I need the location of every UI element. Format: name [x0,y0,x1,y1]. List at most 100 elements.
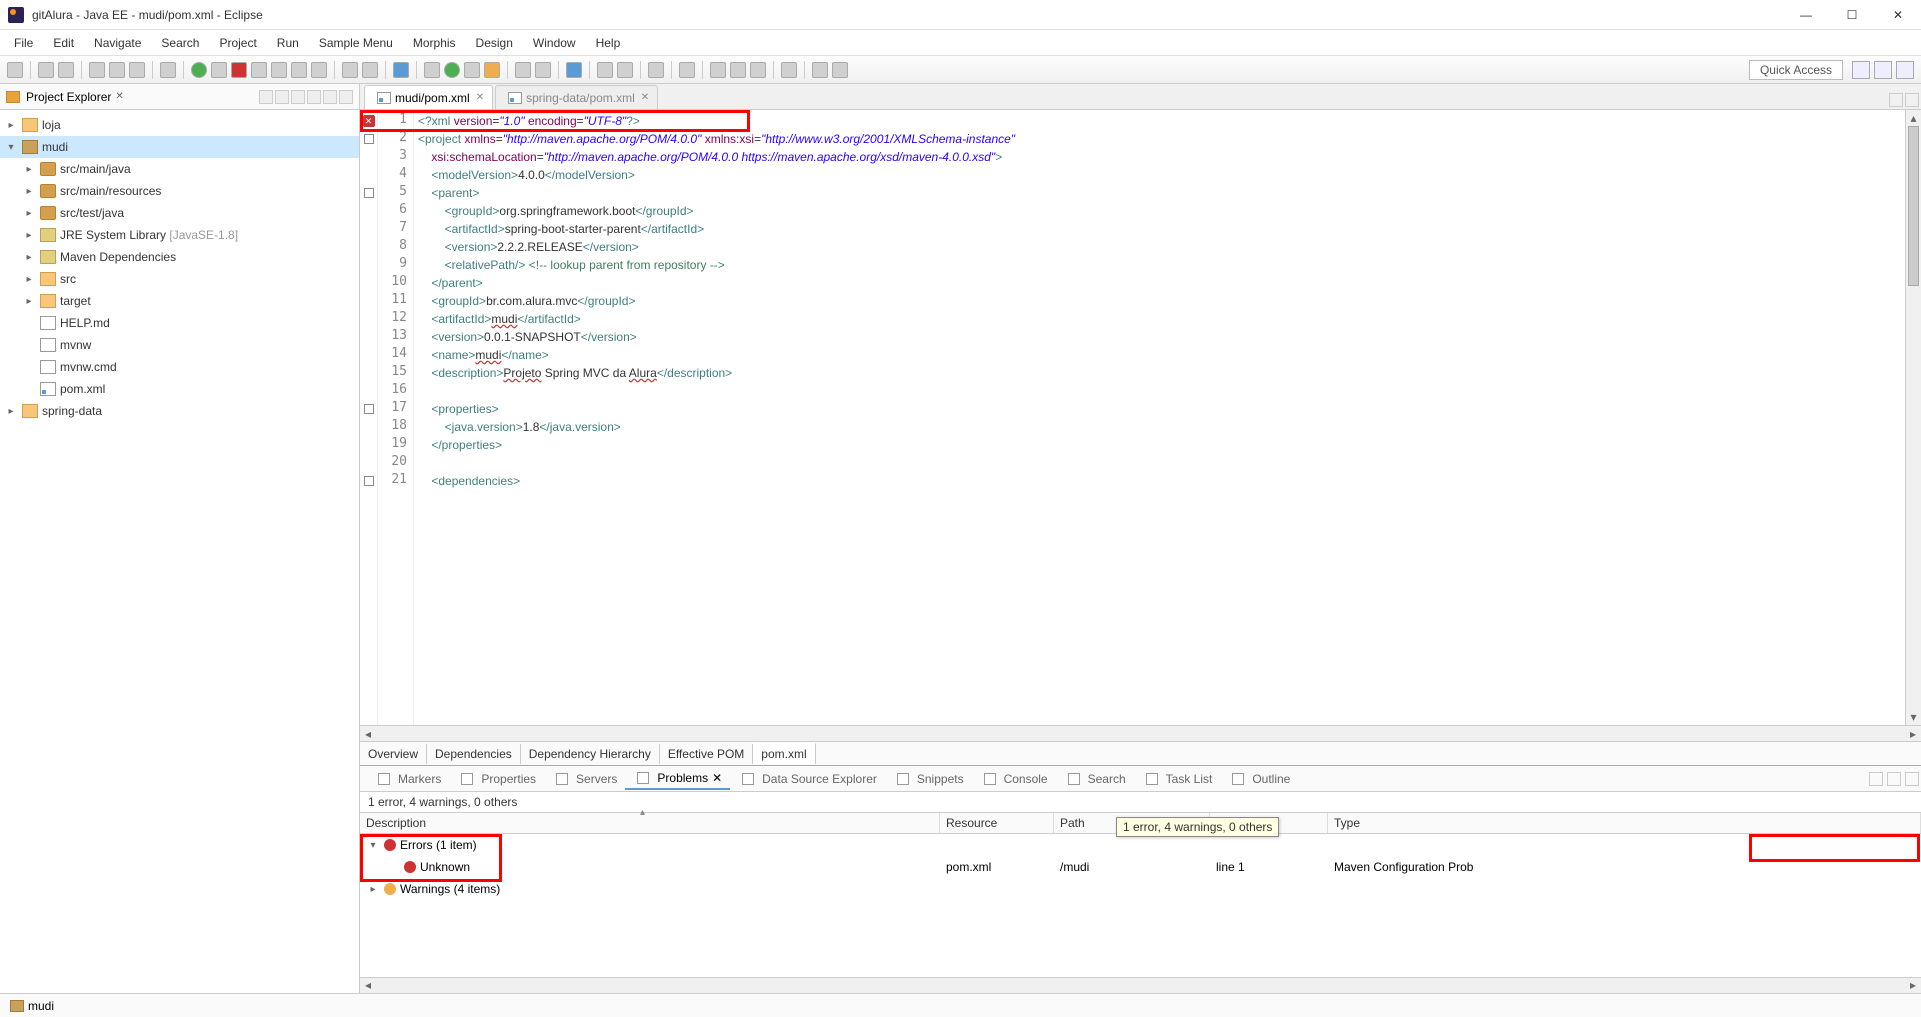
back-button[interactable] [812,62,828,78]
problem-row[interactable]: ▸Warnings (4 items) [360,878,1921,900]
lens-button[interactable] [617,62,633,78]
quick-access[interactable]: Quick Access [1749,60,1843,80]
minimize-view-button[interactable] [323,90,337,104]
grid-button[interactable] [597,62,613,78]
editor-maximize-button[interactable] [1905,93,1919,107]
view-tab-properties[interactable]: Properties [449,769,544,789]
tree-item-pom-xml[interactable]: pom.xml [0,378,359,400]
close-tab-icon[interactable]: ✕ [641,92,649,103]
outline-button[interactable] [710,62,726,78]
maximize-view-button[interactable] [339,90,353,104]
view-tab-console[interactable]: Console [972,769,1056,789]
run-external-dropdown[interactable] [464,62,480,78]
tree-item-mvnw[interactable]: mvnw [0,334,359,356]
menu-navigate[interactable]: Navigate [84,32,151,54]
collapse-all-button[interactable] [259,90,273,104]
editor-minimize-button[interactable] [1889,93,1903,107]
pom-tab-overview[interactable]: Overview [360,744,427,764]
pom-tab-pom.xml[interactable]: pom.xml [753,743,815,764]
new-server-dropdown[interactable] [515,62,531,78]
col-type[interactable]: Type [1328,813,1921,833]
search-dropdown[interactable] [648,62,664,78]
new-proj-dropdown[interactable] [535,62,551,78]
tree-item-maven-dependencies[interactable]: ▸Maven Dependencies [0,246,359,268]
editor-tab-spring-data-pom-xml[interactable]: spring-data/pom.xml✕ [495,85,658,109]
col-description[interactable]: Description [360,813,940,833]
pom-tab-dependencies[interactable]: Dependencies [427,744,521,764]
perspective-open-button[interactable] [1852,61,1870,79]
close-tab-icon[interactable]: ✕ [476,92,484,103]
pin-button[interactable] [781,62,797,78]
maximize-button[interactable] [1905,772,1919,786]
menu-edit[interactable]: Edit [43,32,84,54]
browser-button[interactable] [566,62,582,78]
problems-hscrollbar[interactable]: ◂▸ [360,977,1921,993]
filter-button[interactable] [291,90,305,104]
menu-project[interactable]: Project [209,32,266,54]
tree-item-src-main-resources[interactable]: ▸src/main/resources [0,180,359,202]
close-button[interactable]: ✕ [1875,0,1921,30]
align2-button[interactable] [362,62,378,78]
editor-vscrollbar[interactable]: ▴ ▾ [1905,110,1921,725]
debug-dropdown[interactable] [424,62,440,78]
pom-tab-effective-pom[interactable]: Effective POM [660,744,753,764]
menu-search[interactable]: Search [151,32,209,54]
pom-tab-dependency-hierarchy[interactable]: Dependency Hierarchy [521,744,660,764]
project-tree[interactable]: ▸loja▾mudi▸src/main/java▸src/main/resour… [0,110,359,993]
code-editor[interactable]: ✕ 123456789101112131415161718192021 <?xm… [360,110,1921,725]
tree-item-help-md[interactable]: HELP.md [0,312,359,334]
save-button[interactable] [38,62,54,78]
minimize-button[interactable]: — [1783,0,1829,30]
problem-row[interactable]: Unknownpom.xml/mudiline 1Maven Configura… [360,856,1921,878]
skip-button[interactable] [160,62,176,78]
fold-marker-icon[interactable] [364,476,374,486]
menu-design[interactable]: Design [466,32,523,54]
debug-step2-button[interactable] [271,62,287,78]
tree-item-target[interactable]: ▸target [0,290,359,312]
maximize-button[interactable]: ☐ [1829,0,1875,30]
run-dropdown[interactable] [444,62,460,78]
menu-window[interactable]: Window [523,32,586,54]
nav2-button[interactable] [750,62,766,78]
toggle-button[interactable] [89,62,105,78]
tree-item-src[interactable]: ▸src [0,268,359,290]
globe-button[interactable] [393,62,409,78]
view-tab-search[interactable]: Search [1056,769,1134,789]
debug-step4-button[interactable] [311,62,327,78]
view-tab-markers[interactable]: Markers [366,769,449,789]
align-button[interactable] [342,62,358,78]
menu-file[interactable]: File [4,32,43,54]
fold-marker-icon[interactable] [364,404,374,414]
tree-item-spring-data[interactable]: ▸spring-data [0,400,359,422]
forward-button[interactable] [832,62,848,78]
minimize-button[interactable] [1887,772,1901,786]
perspective-java-button[interactable] [1874,61,1892,79]
toggle2-button[interactable] [109,62,125,78]
problem-row[interactable]: ▾Errors (1 item) [360,834,1921,856]
view-tab-problems[interactable]: Problems ✕ [625,768,730,790]
view-tab-outline[interactable]: Outline [1220,769,1298,789]
new-button[interactable] [7,62,23,78]
debug-resume-button[interactable] [191,62,207,78]
view-tab-servers[interactable]: Servers [544,769,625,789]
editor-hscrollbar[interactable]: ◂▸ [360,725,1921,741]
menu-run[interactable]: Run [267,32,309,54]
tree-item-mvnw-cmd[interactable]: mvnw.cmd [0,356,359,378]
debug-step-button[interactable] [251,62,267,78]
view-tab-snippets[interactable]: Snippets [885,769,972,789]
error-marker-icon[interactable]: ✕ [363,115,375,127]
debug-stop-button[interactable] [231,62,247,78]
col-resource[interactable]: Resource [940,813,1054,833]
coverage-dropdown[interactable] [484,62,500,78]
tree-item-mudi[interactable]: ▾mudi [0,136,359,158]
view-tab-task-list[interactable]: Task List [1134,769,1221,789]
close-view-icon[interactable]: ✕ [712,771,722,785]
fold-marker-icon[interactable] [364,188,374,198]
tree-item-src-main-java[interactable]: ▸src/main/java [0,158,359,180]
fold-marker-icon[interactable] [364,134,374,144]
problems-table[interactable]: ▾Errors (1 item)Unknownpom.xml/mudiline … [360,834,1921,977]
tree-item-src-test-java[interactable]: ▸src/test/java [0,202,359,224]
menu-help[interactable]: Help [586,32,631,54]
view-menu-button[interactable] [1869,772,1883,786]
globe2-button[interactable] [679,62,695,78]
